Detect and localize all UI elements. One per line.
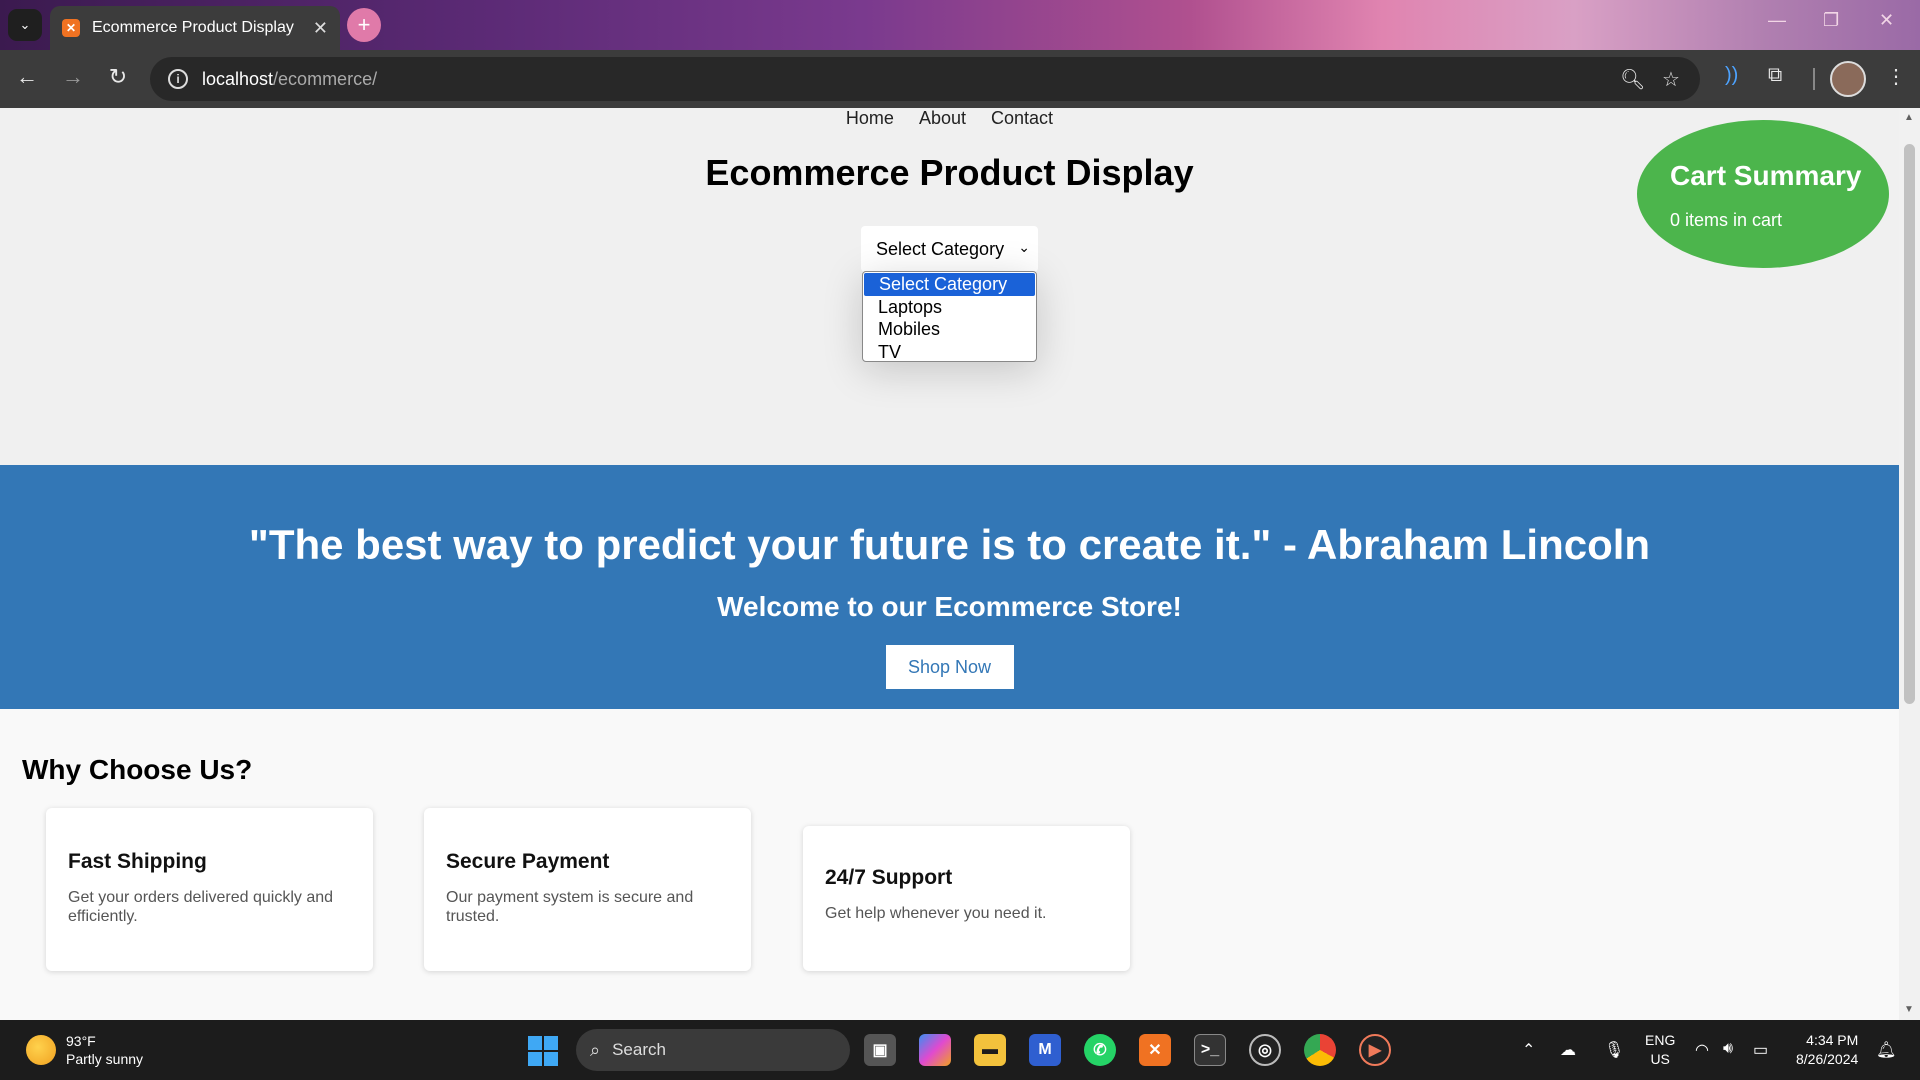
features-heading: Why Choose Us? [22,754,253,785]
category-option-mobiles[interactable]: Mobiles [863,318,1036,341]
hero-banner: "The best way to predict your future is … [0,465,1899,709]
notifications-bell-icon[interactable]: 🔔︎ [1876,1040,1896,1060]
tab-close-icon[interactable]: ✕ [313,18,328,39]
cart-summary[interactable]: Cart Summary 0 items in cart [1637,120,1889,268]
taskbar-search-label: Search [612,1040,666,1059]
browser-tab-strip: ⌄ ✕ Ecommerce Product Display ✕ + — ❐ ✕ [0,0,1920,50]
restore-icon[interactable]: ❐ [1823,10,1839,31]
obs-icon[interactable]: ◎ [1249,1034,1281,1066]
keyboard-region: US [1650,1051,1670,1067]
scroll-down-arrow-icon[interactable]: ▼ [1904,1004,1914,1015]
cart-item-count: 0 items in cart [1670,210,1783,230]
page-scrollbar[interactable]: ▲ ▼ [1899,108,1920,1020]
top-nav: Home About Contact [0,108,1899,129]
category-option-laptops[interactable]: Laptops [863,296,1036,319]
weather-widget[interactable]: 93°F Partly sunny [26,1032,143,1068]
feature-card-title: Fast Shipping [68,850,207,873]
zoom-magnifier-icon[interactable]: 🔍︎ [1620,67,1645,92]
profile-avatar[interactable] [1830,61,1866,97]
address-bar[interactable]: i localhost/ecommerce/ 🔍︎ ☆ [150,57,1700,101]
media-player-icon[interactable]: ▶ [1359,1034,1391,1066]
search-icon: ⌕ [590,1039,601,1060]
terminal-icon[interactable]: >_ [1194,1034,1226,1066]
feature-card-desc: Our payment system is secure and trusted… [446,889,694,925]
nav-link-home[interactable]: Home [846,108,894,128]
back-arrow-icon[interactable]: ← [12,64,42,90]
feature-card: Secure Payment Our payment system is sec… [424,808,751,971]
cart-summary-title: Cart Summary [1670,160,1862,191]
scroll-up-arrow-icon[interactable]: ▲ [1904,112,1914,123]
taskbar-search[interactable]: ⌕ Search [576,1029,850,1071]
xampp-icon[interactable]: ✕ [1139,1034,1171,1066]
reload-icon[interactable]: ↻ [103,64,133,90]
language-code: ENG [1645,1032,1676,1048]
clock-date: 8/26/2024 [1796,1051,1859,1067]
weather-desc: Partly sunny [66,1051,144,1067]
extensions-puzzle-icon[interactable]: ⧉ [1768,64,1782,87]
browser-toolbar: ← → ↻ i localhost/ecommerce/ 🔍︎ ☆ )) ⧉ ⋮ [0,50,1920,108]
browser-tab-active[interactable]: ✕ Ecommerce Product Display ✕ [50,6,340,50]
page-viewport: Home About Contact Ecommerce Product Dis… [0,108,1899,1020]
tab-title: Ecommerce Product Display [92,19,294,36]
feature-card-desc: Get help whenever you need it. [825,905,1047,922]
url-path: /ecommerce/ [273,68,378,89]
system-clock[interactable]: 4:34 PM 8/26/2024 [1796,1031,1858,1069]
feature-card-desc: Get your orders delivered quickly and ef… [68,889,334,925]
tab-search-chevron-icon[interactable]: ⌄ [8,9,42,41]
new-tab-plus-icon[interactable]: + [347,8,381,42]
category-option-select-category[interactable]: Select Category [864,273,1035,296]
file-explorer-icon[interactable]: ▬ [974,1034,1006,1066]
xampp-favicon-icon: ✕ [62,19,80,37]
feature-card: Fast Shipping Get your orders delivered … [46,808,373,971]
battery-icon[interactable]: ▭ [1753,1040,1768,1060]
category-option-tv[interactable]: TV [863,341,1036,364]
category-select-value: Select Category [876,238,1005,259]
wifi-icon[interactable]: ◠ [1695,1040,1709,1060]
url-host: localhost [202,68,274,89]
hero-quote: "The best way to predict your future is … [248,521,1651,568]
chrome-icon[interactable] [1304,1034,1336,1066]
forward-arrow-icon[interactable]: → [58,64,88,90]
whatsapp-icon[interactable]: ✆ [1084,1034,1116,1066]
close-window-icon[interactable]: ✕ [1879,10,1894,31]
windows-start-icon[interactable] [528,1036,558,1066]
feature-card: 24/7 Support Get help whenever you need … [803,826,1130,971]
chevron-down-icon: ⌄ [1018,239,1030,255]
show-hidden-icons-chevron-icon[interactable]: ⌃ [1522,1040,1535,1060]
partly-sunny-icon [26,1035,56,1065]
read-aloud-icon[interactable]: )) [1725,64,1738,87]
features-section: Why Choose Us? Fast Shipping Get your or… [0,709,1899,1020]
minimize-icon[interactable]: — [1768,10,1786,31]
scrollbar-thumb[interactable] [1904,144,1915,704]
page-title: Ecommerce Product Display [705,152,1194,193]
nav-link-about[interactable]: About [919,108,966,128]
category-dropdown-list: Select Category Laptops Mobiles TV [862,271,1037,362]
weather-temp: 93°F [66,1033,96,1049]
bookmark-star-icon[interactable]: ☆ [1662,67,1680,92]
language-indicator[interactable]: ENG US [1645,1031,1675,1069]
feature-card-title: Secure Payment [446,850,610,873]
clock-time: 4:34 PM [1806,1032,1859,1048]
volume-icon[interactable]: 🔊︎ [1723,1040,1733,1058]
site-info-icon[interactable]: i [168,69,188,89]
onedrive-cloud-icon[interactable]: ☁ [1560,1040,1576,1060]
feature-card-title: 24/7 Support [825,866,953,889]
toolbar-divider [1813,68,1815,90]
microphone-icon[interactable]: 🎙︎ [1604,1040,1624,1060]
nav-link-contact[interactable]: Contact [991,108,1053,128]
task-view-icon[interactable]: ▣ [864,1034,896,1066]
menu-kebab-icon[interactable]: ⋮ [1886,64,1906,89]
category-select[interactable]: Select Category ⌄ [861,226,1038,272]
visual-studio-icon[interactable]: M [1029,1034,1061,1066]
windows-taskbar: 93°F Partly sunny ⌕ Search ▣ ▬ M ✆ ✕ >_ … [0,1020,1920,1080]
shop-now-button[interactable]: Shop Now [885,645,1014,689]
hero-welcome: Welcome to our Ecommerce Store! [717,591,1182,622]
copilot-icon[interactable] [919,1034,951,1066]
